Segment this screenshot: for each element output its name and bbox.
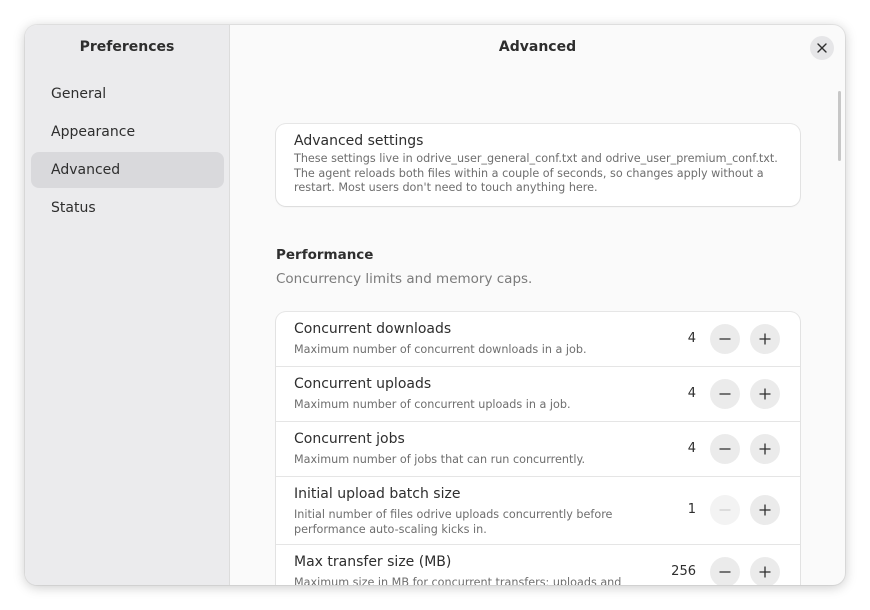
main-panel: Advanced Advanced settings These setting… <box>230 25 845 585</box>
setting-value: 4 <box>687 385 696 401</box>
setting-label: Concurrent uploads <box>294 375 432 392</box>
setting-description: Maximum number of concurrent downloads i… <box>294 342 587 356</box>
increment-button[interactable] <box>750 323 780 354</box>
info-card-body: These settings live in odrive_user_gener… <box>294 152 778 194</box>
setting-value: 4 <box>687 440 696 456</box>
sidebar: Preferences General Appearance Advanced … <box>25 25 230 585</box>
info-card-title: Advanced settings <box>294 133 424 149</box>
setting-description: Maximum number of jobs that can run conc… <box>294 452 586 466</box>
setting-value: 4 <box>687 330 696 346</box>
minus-icon <box>719 570 731 573</box>
minus-icon <box>719 337 731 340</box>
sidebar-nav: General Appearance Advanced Status <box>31 76 224 228</box>
setting-value: 256 <box>671 563 696 579</box>
increment-button[interactable] <box>750 433 780 464</box>
preferences-window: Preferences General Appearance Advanced … <box>25 25 845 585</box>
minus-icon <box>719 447 731 450</box>
setting-description: Maximum size in MB for concurrent transf… <box>294 575 622 586</box>
increment-button[interactable] <box>750 378 780 409</box>
setting-row-concurrent-downloads: Concurrent downloads Maximum number of c… <box>276 312 800 367</box>
scrollbar[interactable] <box>838 91 841 161</box>
close-button[interactable] <box>810 36 834 60</box>
setting-description: Initial number of files odrive uploads c… <box>294 507 613 536</box>
increment-button[interactable] <box>750 556 780 585</box>
plus-icon <box>759 332 771 345</box>
decrement-button[interactable] <box>710 494 740 525</box>
decrement-button[interactable] <box>710 556 740 585</box>
setting-description: Maximum number of concurrent uploads in … <box>294 397 571 411</box>
plus-icon <box>759 503 771 516</box>
plus-icon <box>759 565 771 578</box>
setting-row-max-transfer-size: Max transfer size (MB) Maximum size in M… <box>276 545 800 586</box>
setting-row-concurrent-uploads: Concurrent uploads Maximum number of con… <box>276 367 800 422</box>
close-icon <box>817 43 827 53</box>
minus-icon <box>719 508 731 511</box>
plus-icon <box>759 442 771 455</box>
advanced-settings-card: Advanced settings These settings live in… <box>276 124 800 206</box>
setting-label: Concurrent jobs <box>294 430 405 447</box>
section-title-performance: Performance <box>276 246 374 263</box>
plus-icon <box>759 387 771 400</box>
decrement-button[interactable] <box>710 378 740 409</box>
settings-content: Advanced settings These settings live in… <box>276 124 800 585</box>
section-subtitle-performance: Concurrency limits and memory caps. <box>276 270 533 287</box>
sidebar-item-general[interactable]: General <box>31 76 224 112</box>
setting-value: 1 <box>687 501 696 517</box>
setting-label: Concurrent downloads <box>294 320 452 337</box>
performance-list: Concurrent downloads Maximum number of c… <box>276 311 800 586</box>
increment-button[interactable] <box>750 494 780 525</box>
sidebar-title: Preferences <box>79 39 175 55</box>
sidebar-item-status[interactable]: Status <box>31 190 224 226</box>
sidebar-item-advanced[interactable]: Advanced <box>31 152 224 188</box>
sidebar-item-appearance[interactable]: Appearance <box>31 114 224 150</box>
setting-label: Initial upload batch size <box>294 485 461 502</box>
decrement-button[interactable] <box>710 433 740 464</box>
setting-row-concurrent-jobs: Concurrent jobs Maximum number of jobs t… <box>276 422 800 477</box>
page-title: Advanced <box>498 39 577 55</box>
minus-icon <box>719 392 731 395</box>
decrement-button[interactable] <box>710 323 740 354</box>
setting-row-initial-upload-batch-size: Initial upload batch size Initial number… <box>276 477 800 545</box>
setting-label: Max transfer size (MB) <box>294 553 452 570</box>
